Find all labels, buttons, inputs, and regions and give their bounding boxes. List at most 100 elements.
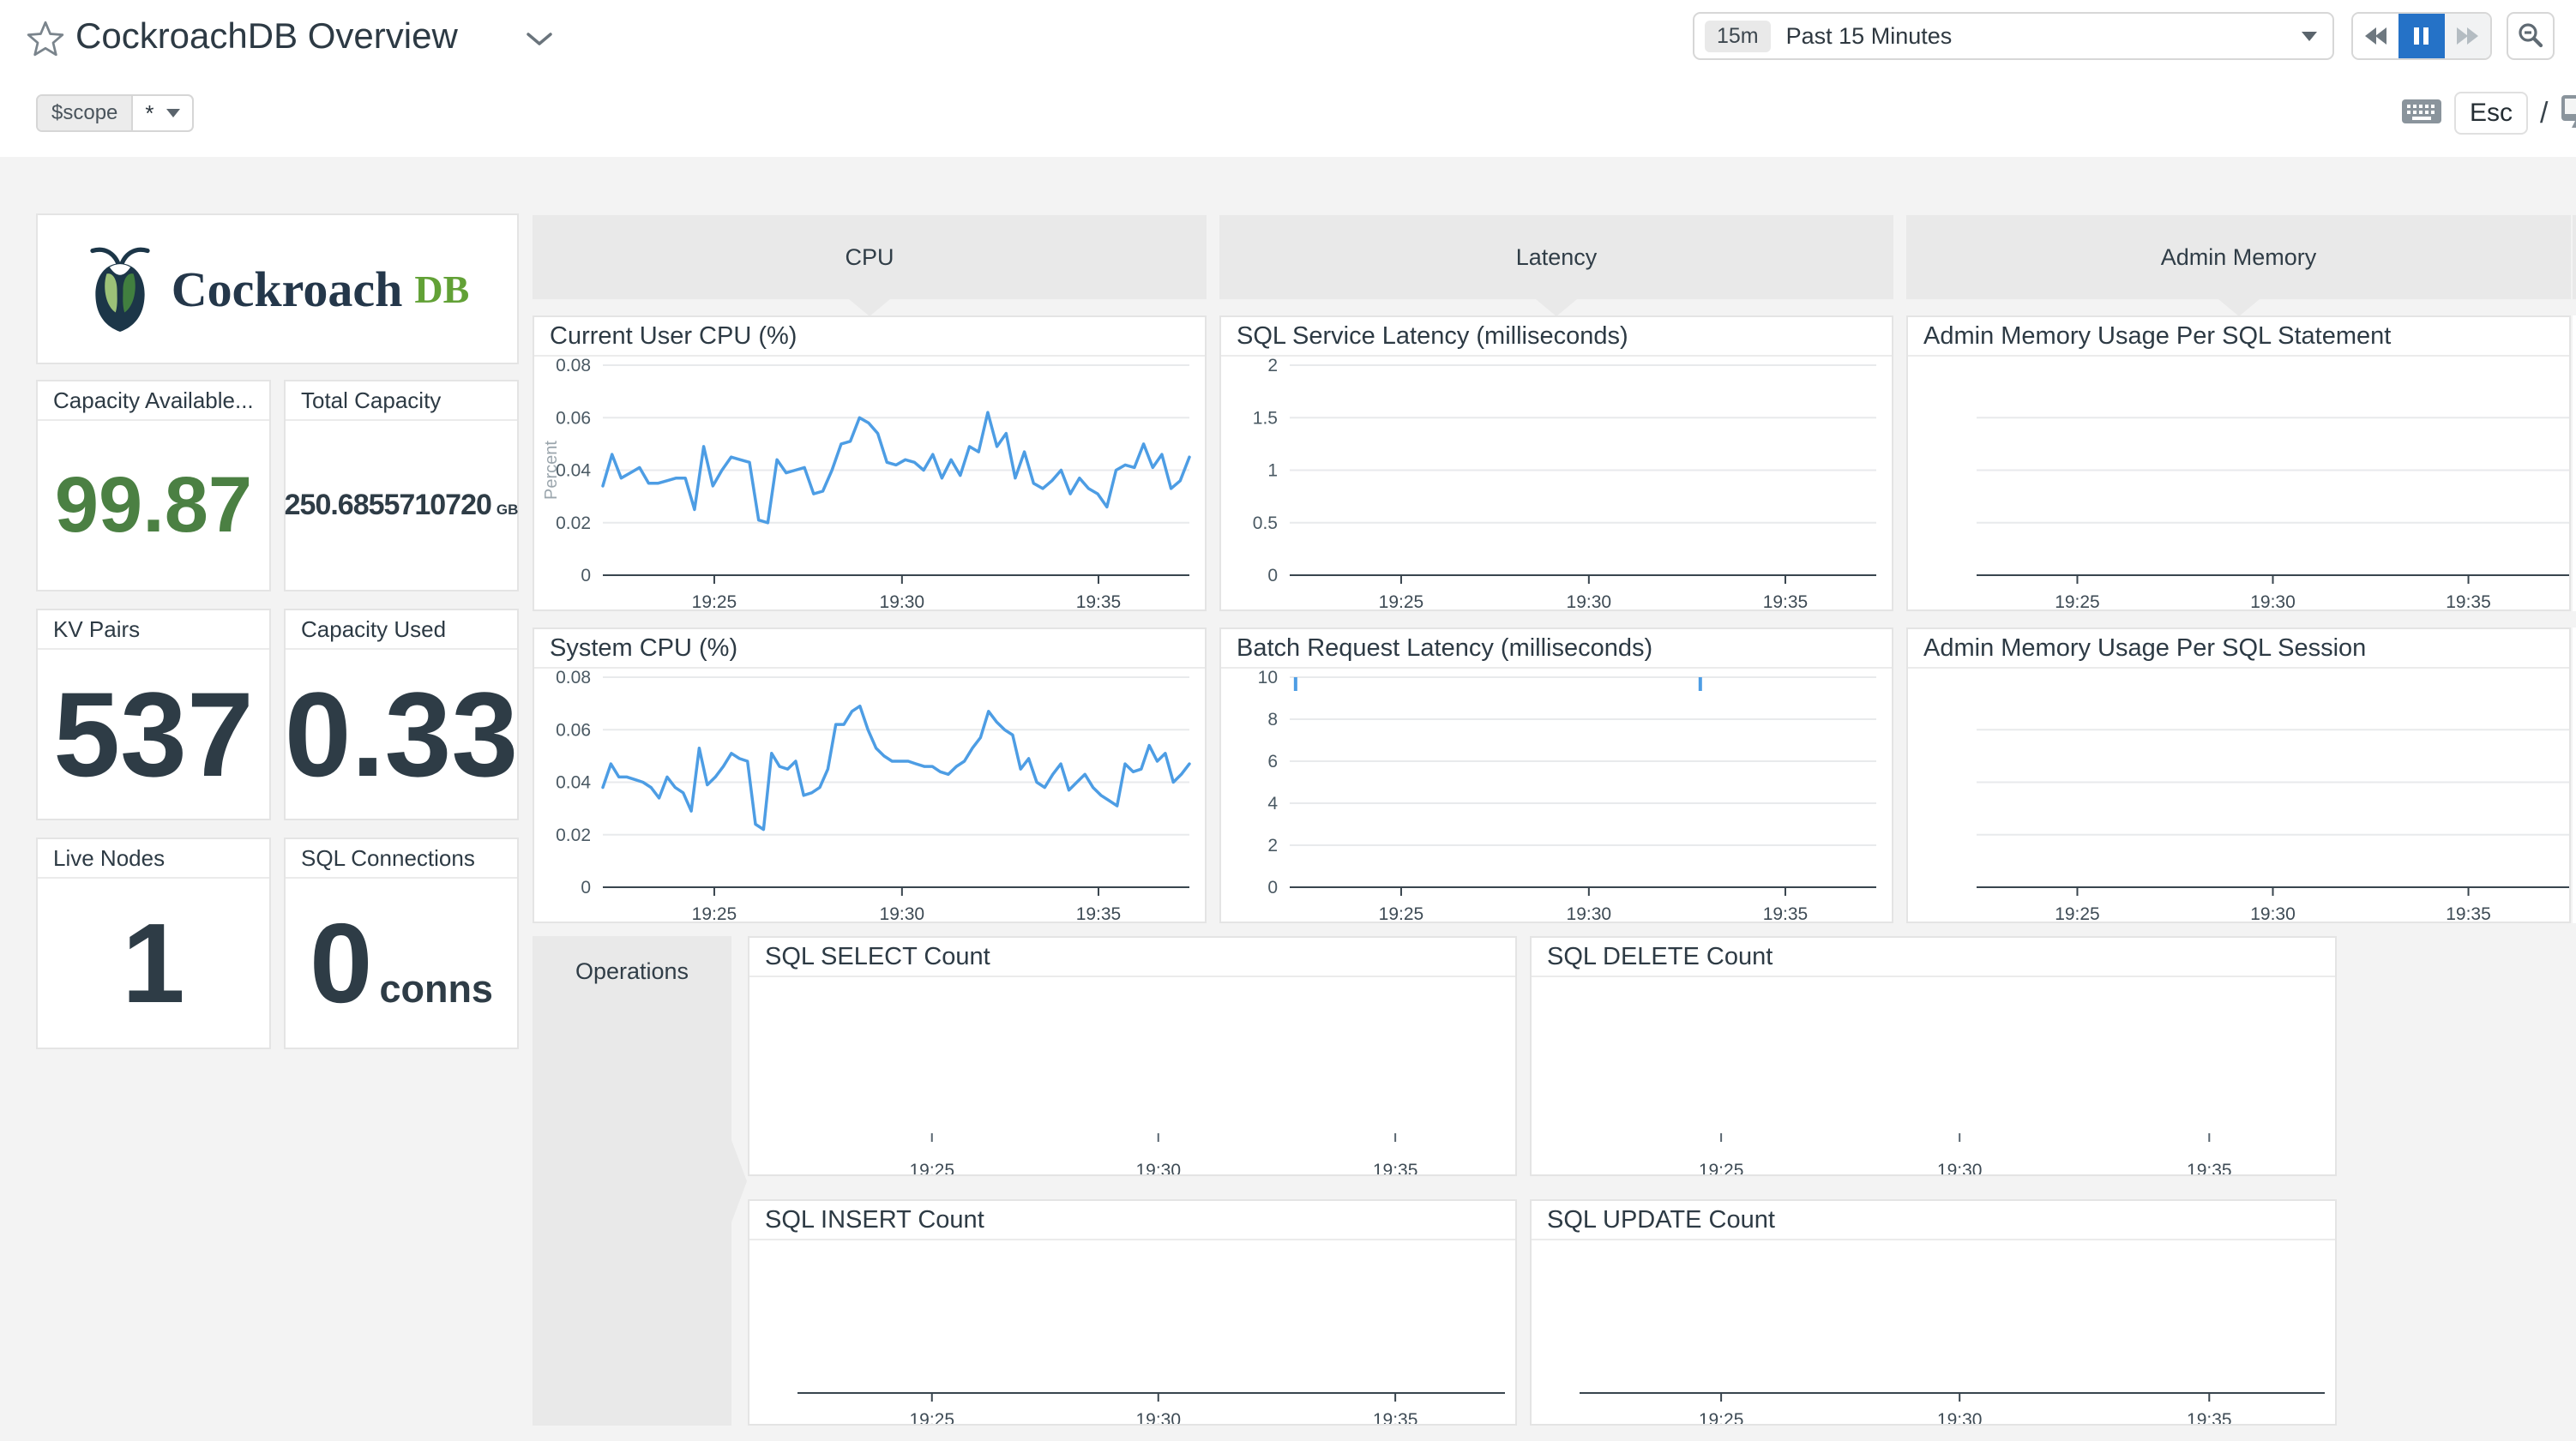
svg-text:0.02: 0.02: [556, 513, 591, 533]
title-chevron-down-icon[interactable]: [525, 31, 554, 52]
group-label: CPU: [845, 244, 894, 271]
svg-text:19:30: 19:30: [880, 904, 925, 922]
group-notch: [1536, 299, 1577, 316]
svg-text:6: 6: [1267, 752, 1278, 772]
stat-panel-live-nodes[interactable]: Live Nodes 1: [36, 838, 271, 1049]
svg-text:19:25: 19:25: [909, 1161, 954, 1174]
logo-wordmark-suffix: DB: [414, 267, 469, 312]
chart-title: SQL SELECT Count: [749, 938, 1515, 977]
chart-title: Batch Request Latency (milliseconds): [1221, 629, 1892, 669]
pause-button[interactable]: [2398, 14, 2444, 58]
svg-text:1: 1: [1267, 461, 1278, 481]
chart-plot[interactable]: 19:2519:3019:35: [1532, 977, 2335, 1174]
svg-text:0: 0: [1267, 878, 1278, 898]
svg-text:19:25: 19:25: [2055, 592, 2100, 609]
shortcut-hints: Esc /: [2401, 86, 2576, 141]
scope-variable-value: *: [133, 96, 166, 130]
template-variable-scope[interactable]: $scope *: [36, 94, 194, 132]
cockroachdb-logo-panel[interactable]: Cockroach DB: [36, 213, 519, 364]
svg-text:19:35: 19:35: [2187, 1410, 2232, 1424]
skip-back-button[interactable]: [2353, 14, 2398, 58]
svg-text:19:30: 19:30: [2250, 592, 2296, 609]
svg-text:0.04: 0.04: [556, 773, 591, 793]
chart-plot[interactable]: 19:2519:3019:35: [1908, 669, 2569, 922]
chevron-down-icon: [2302, 32, 2317, 41]
chart-plot[interactable]: 00.020.040.060.0819:2519:3019:35Percent: [534, 357, 1205, 609]
svg-text:0: 0: [1267, 566, 1278, 585]
svg-text:19:25: 19:25: [692, 904, 737, 922]
chart-panel-admin-memory-statement[interactable]: Admin Memory Usage Per SQL Statement 19:…: [1906, 315, 2571, 611]
group-header-operations[interactable]: Operations: [533, 936, 731, 1426]
chart-panel-sql-delete-count[interactable]: SQL DELETE Count 19:2519:3019:35: [1530, 936, 2337, 1176]
svg-text:19:25: 19:25: [1699, 1410, 1744, 1424]
stat-panel-total-capacity[interactable]: Total Capacity 250.6855710720GB: [284, 380, 519, 591]
chart-panel-current-user-cpu[interactable]: Current User CPU (%) 00.020.040.060.0819…: [533, 315, 1207, 611]
chart-plot[interactable]: 0 0.02 0.04 0.06 0.08 19:25 19:30 19:35: [534, 669, 1205, 922]
group-notch: [2218, 299, 2260, 316]
tv-mode-icon[interactable]: [2560, 93, 2576, 134]
group-header-cpu[interactable]: CPU: [533, 215, 1207, 299]
group-label: Admin Memory: [2161, 244, 2317, 271]
svg-text:19:35: 19:35: [2446, 592, 2491, 609]
stat-panel-sql-connections[interactable]: SQL Connections 0conns: [284, 838, 519, 1049]
chart-title: Admin Memory Usage Per SQL Session: [1908, 629, 2569, 669]
svg-text:0.06: 0.06: [556, 720, 591, 740]
stat-value: 99.87: [55, 460, 252, 550]
chart-panel-admin-memory-session[interactable]: Admin Memory Usage Per SQL Session 19:25…: [1906, 627, 2571, 923]
stat-title: Capacity Used: [286, 610, 517, 650]
group-header-latency[interactable]: Latency: [1219, 215, 1893, 299]
svg-text:0.06: 0.06: [556, 408, 591, 428]
stat-unit: GB: [497, 501, 519, 519]
chart-title: SQL Service Latency (milliseconds): [1221, 317, 1892, 357]
stat-value: 0: [310, 898, 372, 1028]
group-header-admin-memory[interactable]: Admin Memory: [1906, 215, 2571, 299]
svg-text:19:35: 19:35: [1076, 592, 1122, 609]
cropped-panel-sliver: [2573, 627, 2576, 923]
stat-value: 1: [122, 898, 184, 1028]
time-range-picker[interactable]: 15m Past 15 Minutes: [1693, 12, 2334, 60]
zoom-out-button[interactable]: [2507, 12, 2555, 60]
slash-key-hint: /: [2540, 97, 2548, 130]
chart-panel-sql-update-count[interactable]: SQL UPDATE Count 19:2519:3019:35: [1530, 1199, 2337, 1426]
stat-panel-kv-pairs[interactable]: KV Pairs 537: [36, 609, 271, 820]
svg-text:19:35: 19:35: [2187, 1161, 2232, 1174]
stat-title: Capacity Available...: [38, 381, 269, 421]
svg-text:19:30: 19:30: [880, 592, 925, 609]
svg-text:4: 4: [1267, 794, 1278, 814]
svg-text:19:30: 19:30: [1135, 1410, 1181, 1424]
svg-text:0.08: 0.08: [556, 669, 591, 687]
chart-panel-sql-select-count[interactable]: SQL SELECT Count 19:2519:3019:35: [748, 936, 1517, 1176]
chart-panel-sql-service-latency[interactable]: SQL Service Latency (milliseconds) 00.51…: [1219, 315, 1893, 611]
svg-text:19:35: 19:35: [1763, 904, 1809, 922]
svg-text:19:35: 19:35: [1076, 904, 1122, 922]
favorite-star-icon[interactable]: [26, 19, 65, 63]
chart-plot[interactable]: 19:25 19:30 19:35: [1908, 357, 2569, 609]
svg-text:0: 0: [581, 566, 591, 585]
stat-panel-capacity-used[interactable]: Capacity Used 0.33: [284, 609, 519, 820]
chart-plot[interactable]: 19:25 19:30 19:35: [1532, 1240, 2335, 1424]
stat-title: Total Capacity: [286, 381, 517, 421]
chart-plot[interactable]: 19:2519:3019:35: [749, 977, 1515, 1174]
svg-text:19:35: 19:35: [1763, 592, 1809, 609]
stat-panel-capacity-available[interactable]: Capacity Available... 99.87: [36, 380, 271, 591]
svg-text:2: 2: [1267, 357, 1278, 375]
svg-text:19:30: 19:30: [1937, 1410, 1983, 1424]
cropped-panel-sliver: [2573, 215, 2576, 299]
skip-forward-button[interactable]: [2445, 14, 2490, 58]
svg-text:8: 8: [1267, 710, 1278, 730]
svg-text:19:30: 19:30: [1567, 904, 1612, 922]
chart-plot[interactable]: 19:2519:3019:35: [749, 1240, 1515, 1424]
stat-unit: conns: [379, 967, 493, 1012]
svg-text:19:25: 19:25: [1699, 1161, 1744, 1174]
page-title: CockroachDB Overview: [75, 15, 458, 57]
svg-text:0: 0: [581, 878, 591, 898]
time-range-badge: 15m: [1705, 21, 1771, 52]
chart-panel-sql-insert-count[interactable]: SQL INSERT Count 19:2519:3019:35: [748, 1199, 1517, 1426]
chart-plot[interactable]: 024681019:2519:3019:35: [1221, 669, 1892, 922]
chart-plot[interactable]: 00.511.5219:2519:3019:35: [1221, 357, 1892, 609]
group-label: Operations: [533, 958, 731, 985]
chevron-down-icon: [166, 109, 180, 117]
chart-panel-system-cpu[interactable]: System CPU (%) 00.020.040.060.0819:2519:…: [533, 627, 1207, 923]
svg-text:0.02: 0.02: [556, 826, 591, 845]
chart-panel-batch-request-latency[interactable]: Batch Request Latency (milliseconds) 024…: [1219, 627, 1893, 923]
